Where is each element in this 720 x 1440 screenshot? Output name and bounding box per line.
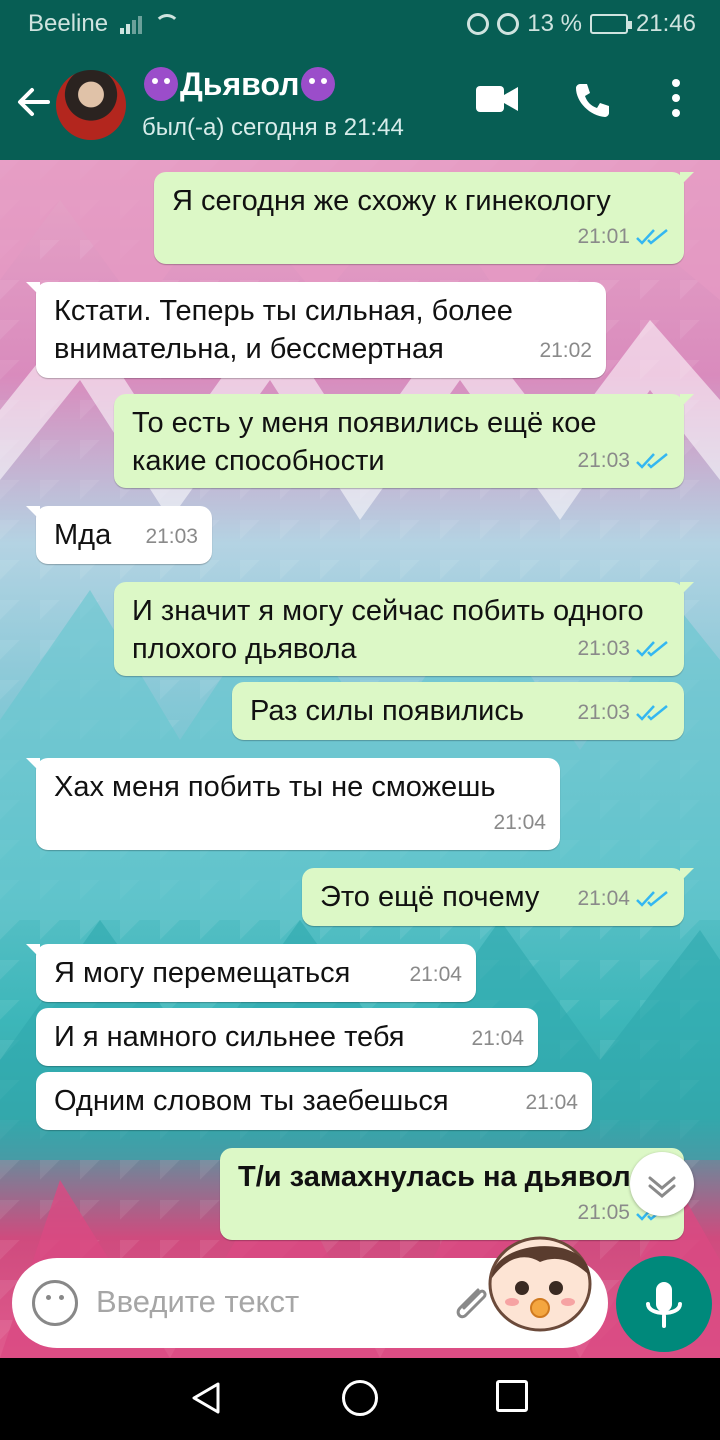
voice-record-button[interactable] (616, 1256, 712, 1352)
chibi-sticker (488, 1236, 592, 1332)
devil-emoji-icon (301, 67, 336, 101)
message-input[interactable]: Введите текст (96, 1284, 299, 1320)
read-receipt-icon (636, 229, 668, 245)
chat-header: Дьявол был(-а) сегодня в 21:44 (0, 48, 720, 160)
alarm-icon (467, 13, 490, 35)
nav-home-icon[interactable] (342, 1380, 378, 1416)
message-text: И я намного сильнее тебя (54, 1021, 405, 1053)
status-bar: Beeline 13 % 21:46 (0, 0, 720, 48)
message-time: 21:04 (409, 963, 462, 986)
scroll-to-bottom-button[interactable] (630, 1152, 694, 1216)
message-outgoing[interactable]: Раз силы появились 21:03 (232, 682, 684, 740)
message-time: 21:03 (577, 637, 630, 660)
message-incoming[interactable]: Я могу перемещаться 21:04 (26, 944, 476, 1002)
battery-icon (589, 14, 632, 34)
chat-area[interactable]: Я сегодня же схожу к гинекологу 21:01 Кс… (0, 160, 720, 1358)
message-incoming[interactable]: Хах меня побить ты не сможешь 21:04 (26, 758, 560, 850)
signal-icon (120, 14, 143, 34)
message-time: 21:04 (525, 1091, 578, 1114)
wifi-icon (154, 14, 181, 34)
microphone-icon (646, 1282, 682, 1328)
message-outgoing[interactable]: Это ещё почему 21:04 (302, 868, 694, 926)
nav-back-icon[interactable] (188, 1380, 224, 1416)
message-incoming[interactable]: Одним словом ты заебешься 21:04 (36, 1072, 592, 1130)
read-receipt-icon (636, 641, 668, 657)
read-receipt-icon (636, 891, 668, 907)
message-time: 21:03 (577, 701, 630, 724)
message-incoming[interactable]: Мда 21:03 (26, 506, 212, 564)
read-receipt-icon (636, 453, 668, 469)
read-receipt-icon (636, 705, 668, 721)
message-time: 21:04 (471, 1027, 524, 1050)
message-text: Раз силы появились (250, 695, 524, 727)
last-seen-status: был(-а) сегодня в 21:44 (142, 114, 404, 141)
carrier-label: Beeline (28, 10, 109, 37)
message-time: 21:04 (493, 811, 546, 834)
message-time: 21:04 (577, 887, 630, 910)
message-text: Это ещё почему (320, 881, 540, 913)
contact-avatar[interactable] (56, 70, 126, 140)
message-incoming[interactable]: И я намного сильнее тебя 21:04 (36, 1008, 538, 1066)
mute-icon (497, 13, 520, 35)
message-text: Кстати. Теперь ты сильная, более внимате… (54, 295, 513, 365)
contact-name[interactable]: Дьявол (142, 66, 337, 103)
message-outgoing[interactable]: Я сегодня же схожу к гинекологу 21:01 (154, 172, 694, 264)
message-text: Я могу перемещаться (54, 957, 351, 989)
message-time: 21:02 (539, 339, 592, 362)
status-time: 21:46 (635, 10, 696, 37)
message-text: Одним словом ты заебешься (54, 1085, 449, 1117)
battery-percent: 13 % (527, 10, 582, 37)
devil-emoji-icon (144, 67, 178, 101)
system-nav-bar (0, 1358, 720, 1440)
message-text: И значит я могу сейчас побить одного пло… (132, 595, 644, 665)
message-outgoing[interactable]: То есть у меня появились ещё кое какие с… (114, 394, 694, 488)
phone-call-icon[interactable] (572, 80, 612, 120)
message-time: 21:01 (577, 225, 630, 248)
message-incoming[interactable]: Кстати. Теперь ты сильная, более внимате… (26, 282, 606, 378)
more-vert-icon[interactable] (668, 78, 684, 118)
message-time: 21:03 (577, 449, 630, 472)
emoji-icon[interactable] (32, 1280, 78, 1326)
message-text: То есть у меня появились ещё кое какие с… (132, 407, 597, 477)
message-text: Т/и замахнулась на дьявола (238, 1161, 647, 1193)
message-outgoing[interactable]: И значит я могу сейчас побить одного пло… (114, 582, 694, 676)
video-call-icon[interactable] (476, 84, 518, 114)
message-time: 21:03 (145, 525, 198, 548)
chevron-down-icon (648, 1176, 676, 1198)
nav-recents-icon[interactable] (496, 1380, 528, 1412)
message-text: Я сегодня же схожу к гинекологу (172, 185, 611, 217)
back-arrow-icon[interactable] (14, 82, 54, 122)
message-text: Мда (54, 519, 112, 551)
message-outgoing[interactable]: Т/и замахнулась на дьявола 21:05 (220, 1148, 684, 1240)
message-text: Хах меня побить ты не сможешь (54, 771, 496, 803)
